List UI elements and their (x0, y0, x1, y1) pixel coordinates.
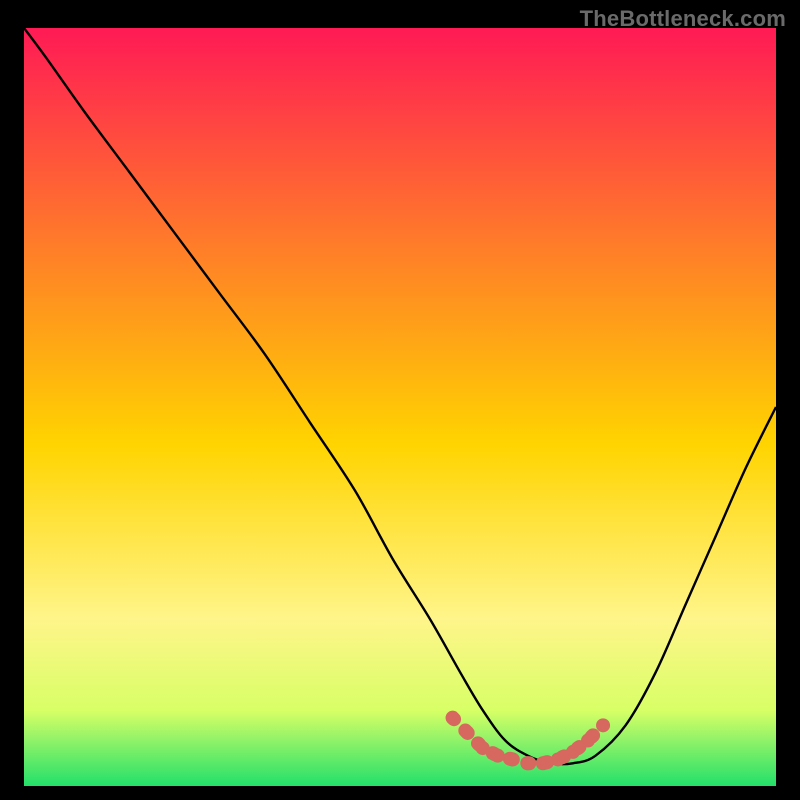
marker-dot (491, 749, 505, 763)
plot-area (24, 28, 776, 786)
gradient-background (24, 28, 776, 786)
marker-dot (446, 711, 460, 725)
marker-dot (581, 734, 595, 748)
chart-container: TheBottleneck.com (0, 0, 800, 800)
marker-dot (461, 726, 475, 740)
marker-dot (596, 718, 610, 732)
marker-dot (566, 745, 580, 759)
marker-dot (506, 752, 520, 766)
marker-dot (476, 741, 490, 755)
marker-dot (536, 756, 550, 770)
marker-dot (521, 756, 535, 770)
marker-dot (551, 752, 565, 766)
bottleneck-chart-svg (24, 28, 776, 786)
